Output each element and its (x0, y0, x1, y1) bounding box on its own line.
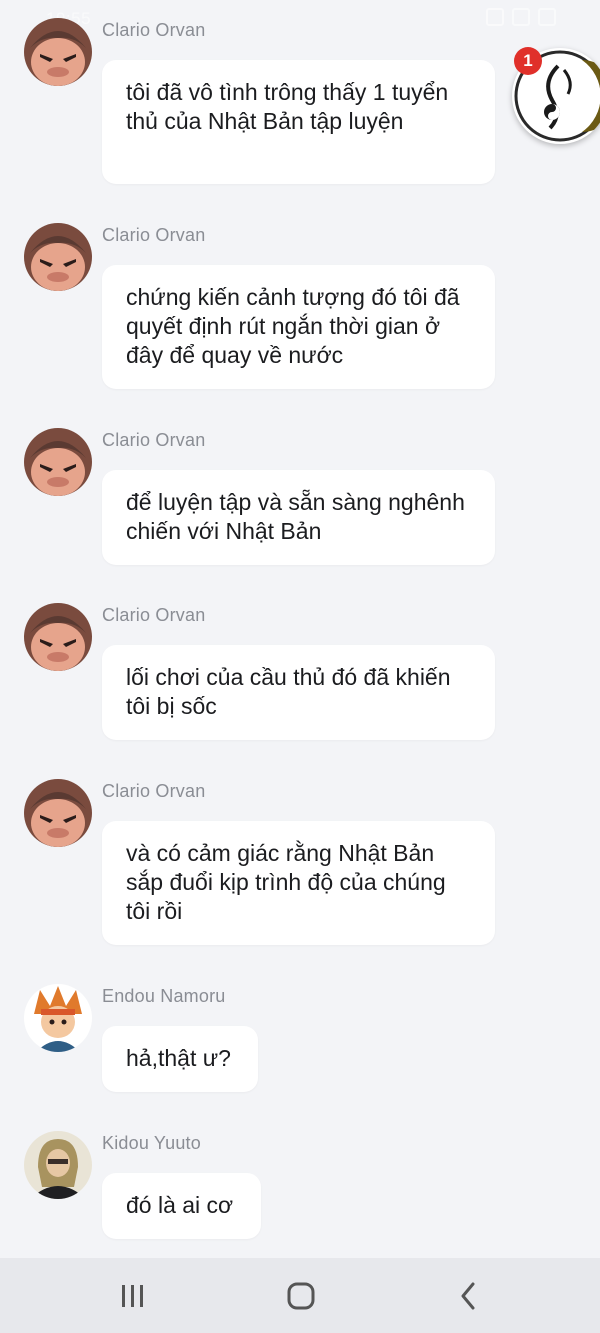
message-bubble[interactable]: lối chơi của cầu thủ đó đã khiến tôi bị … (102, 645, 495, 740)
avatar-clario-orvan[interactable] (24, 223, 92, 291)
avatar-endou-namoru[interactable] (24, 984, 92, 1052)
recent-apps-icon[interactable] (113, 1276, 153, 1316)
back-icon[interactable] (448, 1276, 488, 1316)
home-icon[interactable] (281, 1276, 321, 1316)
message-bubble[interactable]: đó là ai cơ (102, 1173, 261, 1239)
message-bubble[interactable]: chứng kiến cảnh tượng đó tôi đã quyết đị… (102, 265, 495, 389)
avatar-clario-orvan[interactable] (24, 603, 92, 671)
sender-name: Kidou Yuuto (102, 1133, 201, 1153)
avatar-clario-orvan[interactable] (24, 428, 92, 496)
system-nav-bar (0, 1258, 600, 1333)
message-bubble[interactable]: để luyện tập và sẵn sàng nghênh chiến vớ… (102, 470, 495, 565)
signal-icon (512, 8, 530, 26)
status-bar: 19:55 (0, 0, 600, 36)
avatar-clario-orvan[interactable] (24, 18, 92, 86)
sender-name: Clario Orvan (102, 605, 206, 625)
avatar-kidou-yuuto[interactable] (24, 1131, 92, 1199)
sender-name: Endou Namoru (102, 986, 226, 1006)
sender-name: Clario Orvan (102, 20, 206, 40)
battery-icon (538, 8, 556, 26)
sender-name: Clario Orvan (102, 781, 206, 801)
sender-name: Clario Orvan (102, 225, 206, 245)
sender-name: Clario Orvan (102, 430, 206, 450)
avatar-clario-orvan[interactable] (24, 779, 92, 847)
message-bubble[interactable]: tôi đã vô tình trông thấy 1 tuyển thủ củ… (102, 60, 495, 184)
message-bubble[interactable]: hả,thật ư? (102, 1026, 258, 1092)
wifi-icon (486, 8, 504, 26)
message-bubble[interactable]: và có cảm giác rằng Nhật Bản sắp đuổi kị… (102, 821, 495, 945)
status-icons (486, 8, 556, 26)
unread-badge: 1 (514, 47, 542, 75)
